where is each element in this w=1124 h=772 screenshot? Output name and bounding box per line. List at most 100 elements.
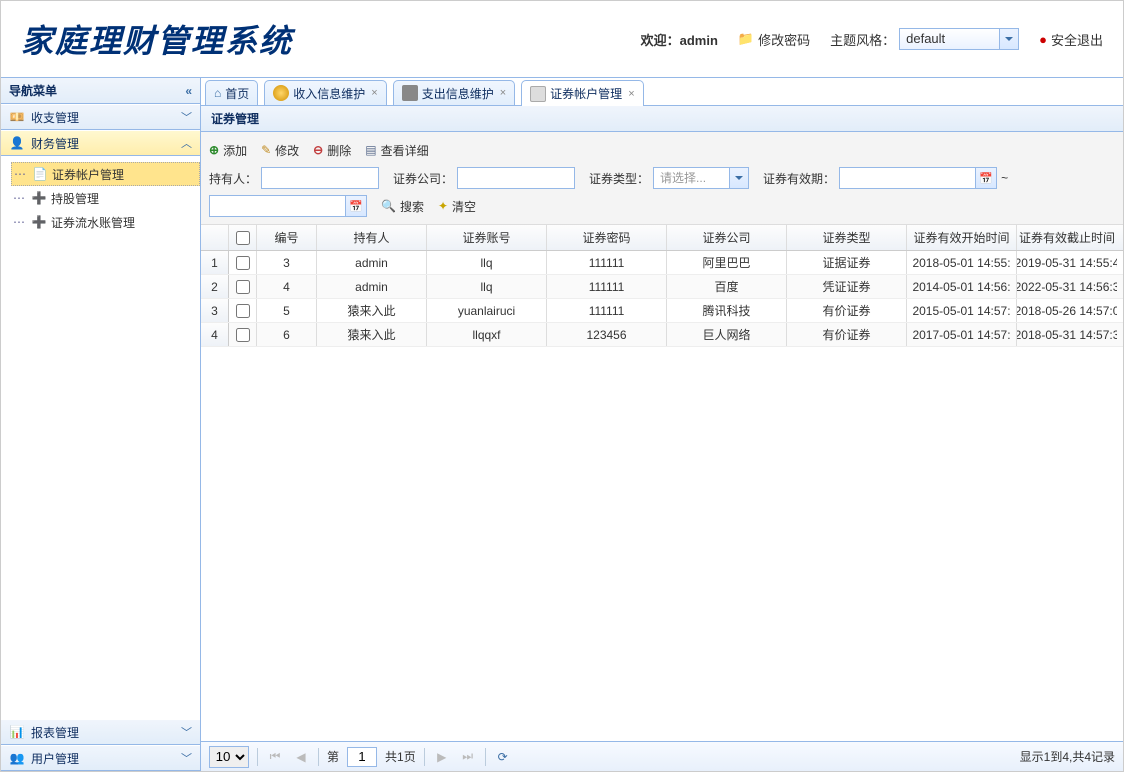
search-button[interactable]: 🔍搜索 <box>381 198 424 215</box>
page-prefix: 第 <box>327 748 339 765</box>
logout-link[interactable]: ● 安全退出 <box>1039 30 1103 49</box>
change-password-link[interactable]: 📁 修改密码 <box>738 30 810 49</box>
cell-id: 5 <box>257 299 317 322</box>
doc-icon <box>530 86 546 102</box>
plus-icon: ➕ <box>31 214 47 230</box>
next-page-button[interactable]: ▶ <box>433 748 451 766</box>
page-input[interactable] <box>347 747 377 767</box>
tabbar: ⌂ 首页 收入信息维护 × 支出信息维护 × 证券帐户管理 × <box>201 78 1123 106</box>
prev-page-button[interactable]: ◀ <box>292 748 310 766</box>
type-select[interactable]: 请选择... <box>653 167 749 189</box>
row-number: 1 <box>201 251 229 274</box>
cell-owner: admin <box>317 251 427 274</box>
expire-to-date[interactable] <box>209 195 367 217</box>
cell-id: 3 <box>257 251 317 274</box>
cell-type: 凭证证券 <box>787 275 907 298</box>
tilde: ~ <box>1001 171 1008 185</box>
chevron-up-icon: ︿ <box>181 135 192 151</box>
col-start[interactable]: 证券有效开始时间 <box>907 225 1017 250</box>
coin-icon <box>273 85 289 101</box>
owner-label: 持有人： <box>209 170 257 187</box>
edit-button[interactable]: ✎修改 <box>261 142 299 159</box>
app-header: 家庭理财管理系统 欢迎：admin 📁 修改密码 主题风格： default ●… <box>1 1 1123 78</box>
row-number: 2 <box>201 275 229 298</box>
plus-icon: ⊕ <box>209 143 219 157</box>
cell-id: 4 <box>257 275 317 298</box>
collapse-left-icon[interactable]: « <box>185 84 192 98</box>
sidebar-section-reports[interactable]: 📊 报表管理 ﹀ <box>1 719 200 745</box>
cell-account: llq <box>427 251 547 274</box>
pager: 10 ⏮ ◀ 第 共1页 ▶ ⏭ ⟳ 显示1到4,共4记录 <box>201 741 1123 771</box>
panel-title: 证券管理 <box>201 106 1123 132</box>
table-row[interactable]: 35猿来入此yuanlairuci111111腾讯科技有价证券2015-05-0… <box>201 299 1123 323</box>
cell-password: 111111 <box>547 275 667 298</box>
cell-account: llq <box>427 275 547 298</box>
company-input[interactable] <box>457 167 575 189</box>
first-page-button[interactable]: ⏮ <box>266 748 284 766</box>
owner-input[interactable] <box>261 167 379 189</box>
cell-company: 阿里巴巴 <box>667 251 787 274</box>
toolbar: ⊕添加 ✎修改 ⊖删除 ▤查看详细 持有人： 证券公司： 证券类型：请选择...… <box>201 132 1123 225</box>
tree-node-transactions[interactable]: ⋯ ➕ 证券流水账管理 <box>11 210 200 234</box>
cell-start: 2015-05-01 14:57: <box>907 299 1017 322</box>
expire-from-date[interactable] <box>839 167 997 189</box>
refresh-button[interactable]: ⟳ <box>494 748 512 766</box>
cell-start: 2014-05-01 14:56: <box>907 275 1017 298</box>
sidebar-section-finance[interactable]: 👤 财务管理 ︿ <box>1 130 200 156</box>
table-row[interactable]: 13adminllq111111阿里巴巴证据证券2018-05-01 14:55… <box>201 251 1123 275</box>
col-account[interactable]: 证券账号 <box>427 225 547 250</box>
cell-type: 证据证券 <box>787 251 907 274</box>
cell-start: 2018-05-01 14:55: <box>907 251 1017 274</box>
sidebar-title: 导航菜单 « <box>1 78 200 104</box>
tab-home[interactable]: ⌂ 首页 <box>205 80 258 105</box>
row-checkbox[interactable] <box>236 328 250 342</box>
sidebar-section-users[interactable]: 👥 用户管理 ﹀ <box>1 745 200 771</box>
close-icon[interactable]: × <box>371 87 377 99</box>
col-password[interactable]: 证券密码 <box>547 225 667 250</box>
close-icon[interactable]: × <box>628 88 634 100</box>
cell-owner: 猿来入此 <box>317 299 427 322</box>
company-label: 证券公司： <box>393 170 453 187</box>
tree-dash-icon: ⋯ <box>12 167 28 181</box>
select-all-checkbox[interactable] <box>236 231 250 245</box>
minus-icon: ⊖ <box>313 143 323 157</box>
chevron-down-icon: ﹀ <box>181 724 192 740</box>
col-owner[interactable]: 持有人 <box>317 225 427 250</box>
chevron-down-icon: ﹀ <box>181 750 192 766</box>
close-icon[interactable]: × <box>500 87 506 99</box>
power-icon: ● <box>1039 32 1047 47</box>
col-end[interactable]: 证券有效截止时间 <box>1017 225 1117 250</box>
content-area: ⌂ 首页 收入信息维护 × 支出信息维护 × 证券帐户管理 × <box>201 78 1123 771</box>
row-checkbox[interactable] <box>236 256 250 270</box>
row-checkbox[interactable] <box>236 304 250 318</box>
cell-company: 巨人网络 <box>667 323 787 346</box>
tab-income[interactable]: 收入信息维护 × <box>264 80 386 105</box>
sidebar-section-income[interactable]: 💴 收支管理 ﹀ <box>1 104 200 130</box>
tree-node-holdings[interactable]: ⋯ ➕ 持股管理 <box>11 186 200 210</box>
view-button[interactable]: ▤查看详细 <box>365 142 428 159</box>
col-id[interactable]: 编号 <box>257 225 317 250</box>
clear-button[interactable]: ✦清空 <box>438 198 476 215</box>
add-button[interactable]: ⊕添加 <box>209 142 247 159</box>
data-grid: 编号 持有人 证券账号 证券密码 证券公司 证券类型 证券有效开始时间 证券有效… <box>201 225 1123 741</box>
theme-picker: 主题风格： default <box>830 28 1019 50</box>
table-row[interactable]: 46猿来入此llqqxf123456巨人网络有价证券2017-05-01 14:… <box>201 323 1123 347</box>
tab-securities[interactable]: 证券帐户管理 × <box>521 80 643 106</box>
plus-icon: ➕ <box>31 190 47 206</box>
row-checkbox[interactable] <box>236 280 250 294</box>
col-type[interactable]: 证券类型 <box>787 225 907 250</box>
grid-header: 编号 持有人 证券账号 证券密码 证券公司 证券类型 证券有效开始时间 证券有效… <box>201 225 1123 251</box>
page-suffix: 共1页 <box>385 748 416 765</box>
app-title: 家庭理财管理系统 <box>21 16 641 62</box>
table-row[interactable]: 24adminllq111111百度凭证证券2014-05-01 14:56:2… <box>201 275 1123 299</box>
type-label: 证券类型： <box>589 170 649 187</box>
theme-select[interactable]: default <box>899 28 1019 50</box>
tree-node-securities-account[interactable]: ⋯ 📄 证券帐户管理 <box>11 162 200 186</box>
last-page-button[interactable]: ⏭ <box>459 748 477 766</box>
tab-expense[interactable]: 支出信息维护 × <box>393 80 515 105</box>
tree-dash-icon: ⋯ <box>11 191 27 205</box>
col-company[interactable]: 证券公司 <box>667 225 787 250</box>
page-size-select[interactable]: 10 <box>209 746 249 768</box>
cell-password: 123456 <box>547 323 667 346</box>
delete-button[interactable]: ⊖删除 <box>313 142 351 159</box>
